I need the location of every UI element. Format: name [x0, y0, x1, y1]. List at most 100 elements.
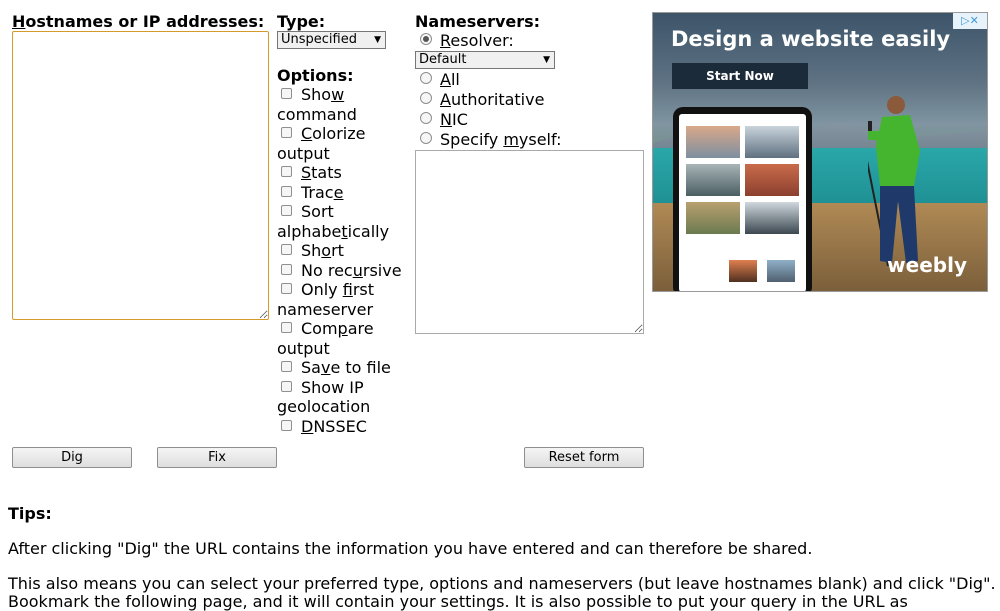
authoritative-accesskey: A — [440, 90, 451, 109]
option-label-continuation: output — [277, 143, 330, 163]
ad-thumb — [745, 202, 799, 234]
option-label: rsive — [362, 260, 402, 280]
fix-button[interactable]: Fix — [157, 447, 277, 468]
option-item[interactable]: Compare — [277, 319, 374, 339]
option-item[interactable]: Stats — [277, 163, 342, 183]
hostnames-label: Hostnames or IP addresses: — [12, 12, 264, 31]
option-item[interactable]: Show IP — [277, 378, 364, 398]
option-item[interactable]: Only first — [277, 280, 374, 300]
option-checkbox[interactable] — [281, 322, 292, 333]
option-checkbox[interactable] — [281, 283, 292, 294]
option-label: Com — [301, 319, 338, 338]
option-checkbox[interactable] — [281, 88, 292, 99]
option-label-continuation: output — [277, 338, 330, 358]
specify-option[interactable]: Specify myself: — [415, 130, 561, 150]
options-heading: Options: — [277, 66, 354, 85]
option-label: rt — [331, 241, 344, 260]
option-label: Sort — [301, 202, 334, 221]
type-select-value: Unspecified — [281, 32, 357, 47]
nic-option[interactable]: NIC — [415, 110, 468, 130]
all-option[interactable]: All — [415, 70, 460, 90]
option-label: Only — [301, 280, 343, 299]
option-checkbox[interactable] — [281, 185, 292, 197]
option-accesskey: C — [301, 124, 313, 143]
specify-label-prefix: Specify — [440, 130, 504, 149]
option-accesskey: f — [342, 280, 353, 299]
option-label: Show IP — [301, 377, 364, 397]
authoritative-option[interactable]: Authoritative — [415, 90, 544, 110]
option-label: NSSEC — [313, 416, 367, 436]
ad-photographer-image — [868, 96, 920, 267]
option-checkbox[interactable] — [281, 205, 292, 216]
option-label-continuation: alphabetically — [277, 222, 389, 242]
ad-tablet-image — [673, 107, 812, 291]
nameservers-textarea[interactable] — [415, 150, 644, 334]
tips-paragraph-2: This also means you can select your pref… — [8, 574, 996, 593]
option-item[interactable]: Colorize — [277, 124, 365, 144]
ad-thumb — [745, 164, 799, 196]
nameservers-heading: Nameservers: — [415, 12, 541, 31]
dig-button[interactable]: Dig — [12, 447, 132, 468]
option-checkbox[interactable] — [281, 244, 292, 255]
reset-form-button[interactable]: Reset form — [524, 447, 644, 468]
option-item[interactable]: No recursive — [277, 261, 402, 281]
option-label: are — [347, 319, 374, 338]
hostnames-textarea[interactable] — [12, 31, 269, 320]
type-select[interactable]: Unspecified ▼ — [277, 31, 386, 49]
ad-thumb — [686, 202, 740, 234]
all-radio[interactable] — [420, 72, 432, 84]
option-checkbox[interactable] — [281, 361, 292, 372]
all-label: ll — [450, 70, 460, 89]
chevron-down-icon: ▼ — [374, 35, 381, 45]
ad-thumb — [745, 126, 799, 158]
option-label: ically — [347, 221, 390, 241]
option-accesskey: e — [333, 182, 344, 202]
option-item[interactable]: Show — [277, 85, 344, 105]
ad-start-now-button[interactable]: Start Now — [672, 63, 808, 89]
nic-label: IC — [451, 110, 468, 129]
resolver-radio[interactable] — [420, 33, 432, 45]
option-checkbox[interactable] — [281, 127, 292, 138]
option-item[interactable]: DNSSEC — [277, 417, 367, 437]
option-accesskey: D — [301, 416, 314, 436]
hostnames-label-accesskey: H — [12, 12, 26, 31]
specify-accesskey: m — [503, 130, 519, 149]
option-label-continuation: command — [277, 104, 357, 124]
ad-brand-logo: weebly — [887, 253, 967, 277]
ad-thumb — [686, 126, 740, 158]
specify-label: yself: — [518, 130, 562, 149]
option-checkbox[interactable] — [281, 419, 292, 431]
ad-headline: Design a website easily — [671, 27, 951, 51]
option-label: tats — [311, 163, 342, 182]
ad-thumb — [686, 164, 740, 196]
option-item[interactable]: Trace — [277, 183, 343, 203]
option-accesskey: o — [321, 241, 332, 260]
authoritative-radio[interactable] — [420, 92, 432, 104]
option-label: Trac — [301, 182, 334, 202]
option-accesskey: p — [337, 319, 348, 338]
ad-thumb — [767, 260, 795, 282]
option-label: e to file — [330, 358, 391, 377]
option-label: olorize — [312, 124, 366, 143]
option-checkbox[interactable] — [281, 380, 292, 392]
authoritative-label: uthoritative — [450, 90, 545, 109]
resolver-select-value: Default — [419, 52, 467, 67]
option-label: Sho — [301, 85, 332, 104]
advertisement-banner[interactable]: Design a website easily Start Now weebly… — [652, 12, 988, 292]
option-accesskey: u — [352, 260, 363, 280]
option-item[interactable]: Save to file — [277, 358, 391, 378]
resolver-option[interactable]: Resolver: — [415, 31, 514, 51]
option-item[interactable]: Sort — [277, 202, 334, 222]
resolver-label: esolver: — [450, 31, 514, 50]
option-checkbox[interactable] — [281, 263, 292, 275]
option-checkbox[interactable] — [281, 166, 292, 177]
nic-radio[interactable] — [420, 112, 432, 124]
ad-thumb — [729, 260, 757, 282]
option-item[interactable]: Short — [277, 241, 344, 261]
adchoices-icon[interactable]: ▷✕ — [953, 13, 987, 29]
resolver-select[interactable]: Default ▼ — [415, 51, 555, 69]
option-label: Sa — [301, 358, 321, 377]
ad-tablet-screen — [679, 114, 806, 291]
tips-paragraph-1: After clicking "Dig" the URL contains th… — [8, 539, 813, 558]
specify-radio[interactable] — [420, 132, 432, 144]
